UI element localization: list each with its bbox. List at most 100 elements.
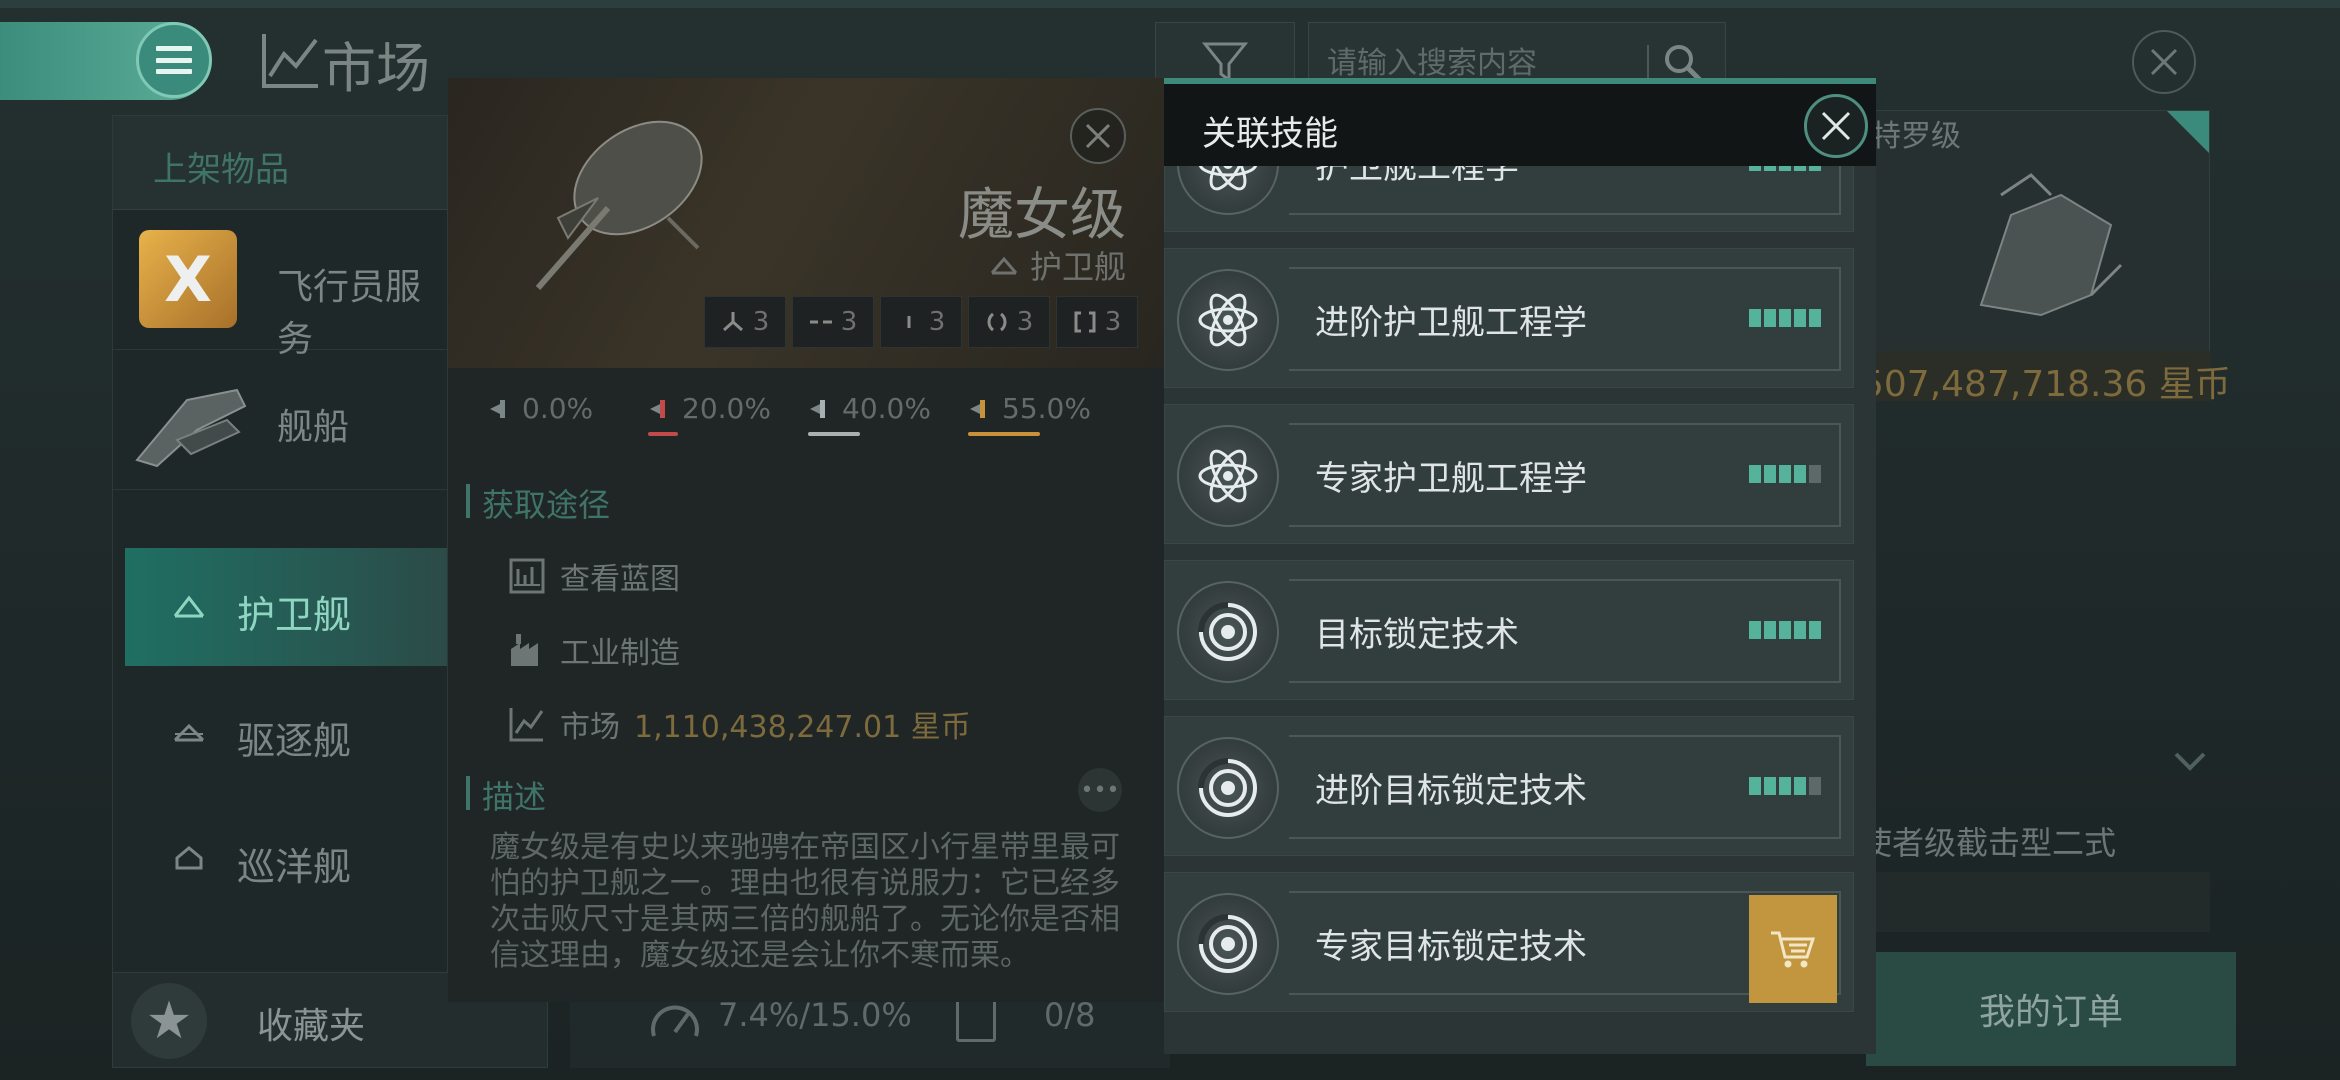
related-item-row[interactable] (1860, 872, 2210, 932)
resist-icon (490, 400, 505, 418)
ship-class-label: 护卫舰 (1029, 248, 1126, 286)
my-orders-button[interactable]: 我的订单 (1866, 952, 2236, 1066)
explosive-resist: 55.0% (968, 390, 1108, 440)
chevron-down-icon[interactable] (2172, 746, 2208, 776)
source-section-title: 获取途径 (465, 480, 610, 526)
atom-icon (1177, 166, 1279, 215)
close-market-button[interactable] (2132, 30, 2196, 94)
favorites-label: 收藏夹 (257, 1006, 366, 1047)
category-sidebar: 上架物品 X 飞行员服务 舰船 护卫舰 驱逐舰 巡洋舰 (112, 115, 448, 975)
related-ship-image (1979, 173, 2123, 317)
level-pip (1779, 309, 1791, 327)
more-options-button[interactable]: ••• (1078, 768, 1122, 812)
sidebar-subitem-frigate[interactable]: 护卫舰 (125, 548, 447, 666)
resist-bar (968, 432, 1040, 436)
kinetic-resist: 40.0% (808, 390, 948, 440)
view-blueprint-link[interactable]: 查看蓝图 (508, 546, 680, 606)
level-pip (1749, 777, 1761, 795)
ship-category-icon (135, 388, 247, 468)
skill-row[interactable]: 进阶护卫舰工程学 (1164, 248, 1854, 388)
level-pip (1749, 465, 1761, 483)
item-detail-panel: 魔女级 护卫舰 3 3 3 3 3 0.0% 20.0% 40.0% 55.0%… (448, 78, 1164, 1002)
close-icon (1821, 111, 1851, 141)
level-pip (1794, 309, 1806, 327)
sidebar-subitem-cruiser[interactable]: 巡洋舰 (125, 800, 447, 918)
skill-name: 专家目标锁定技术 (1315, 927, 1587, 967)
market-chart-icon (262, 34, 318, 88)
skill-level-indicator (1749, 621, 1821, 639)
close-detail-button[interactable] (1070, 108, 1126, 164)
modal-header: 关联技能 (1164, 78, 1876, 166)
close-icon (2150, 48, 2178, 76)
level-pip (1779, 465, 1791, 483)
level-pip (1764, 465, 1776, 483)
related-ship-card[interactable]: 特罗级 507,487,718.36 星币 (1830, 110, 2231, 405)
level-pip (1764, 309, 1776, 327)
skills-list[interactable]: 护卫舰工程学进阶护卫舰工程学专家护卫舰工程学目标锁定技术进阶目标锁定技术 专家目标… (1164, 166, 1876, 1054)
factory-icon (511, 634, 538, 666)
close-modal-button[interactable] (1804, 94, 1868, 158)
pilot-services-icon: X (139, 230, 237, 328)
level-pip (1764, 621, 1776, 639)
turret-icon (722, 312, 743, 332)
level-pip (1809, 465, 1821, 483)
sidebar-subitem-destroyer[interactable]: 驱逐舰 (125, 674, 447, 792)
ship-description: 魔女级是有史以来驰骋在帝国区小行星带里最可怕的护卫舰之一。理由也很有说服力：它已… (490, 830, 1120, 973)
related-skills-modal: 关联技能 护卫舰工程学进阶护卫舰工程学专家护卫舰工程学目标锁定技术进阶目标锁定技… (1164, 78, 1876, 1054)
modal-title: 关联技能 (1202, 114, 1338, 154)
skill-name: 进阶护卫舰工程学 (1315, 303, 1587, 343)
sidebar-item-pilot-services[interactable]: X 飞行员服务 (113, 210, 447, 360)
target-icon (1177, 737, 1279, 839)
sidebar-item-label: 舰船 (277, 407, 350, 448)
resist-bar (648, 432, 678, 436)
skill-level-indicator (1749, 309, 1821, 327)
rig-slot-icon (987, 312, 1007, 332)
ship-class: 护卫舰 (990, 242, 1126, 288)
market-chart-icon (509, 708, 544, 742)
sidebar-header-label: 上架物品 (153, 150, 289, 190)
mid-slot-icon (809, 320, 832, 324)
skill-row[interactable]: 专家目标锁定技术 (1164, 872, 1854, 1012)
menu-button[interactable] (136, 22, 212, 98)
level-pip (1809, 621, 1821, 639)
skill-row[interactable]: 护卫舰工程学 (1164, 166, 1854, 232)
skill-name: 护卫舰工程学 (1315, 166, 1519, 187)
cruiser-class-icon (175, 846, 203, 870)
level-pip (1749, 309, 1761, 327)
page-title: 市场 (322, 37, 430, 100)
level-pip (1809, 166, 1821, 171)
industry-link[interactable]: 工业制造 (508, 620, 680, 680)
ship-image (535, 120, 703, 290)
blueprint-icon (509, 558, 545, 594)
gauge-icon (651, 1005, 699, 1037)
selected-corner-badge (2167, 111, 2209, 153)
frigate-class-icon (173, 595, 205, 618)
hamburger-icon (156, 46, 192, 74)
sidebar-item-ships[interactable]: 舰船 (113, 350, 447, 490)
target-icon (1177, 893, 1279, 995)
mid-slot-count: 3 (792, 296, 874, 348)
market-price-link[interactable]: 市场 1,110,438,247.01 星币 (508, 694, 971, 754)
ship-name: 魔女级 (958, 183, 1126, 248)
level-pip (1779, 166, 1791, 171)
star-icon: ★ (131, 983, 207, 1059)
sidebar-item-label: 飞行员服务 (277, 267, 422, 360)
buy-skill-button[interactable] (1749, 895, 1837, 1003)
level-pip (1794, 166, 1806, 171)
skill-row[interactable]: 目标锁定技术 (1164, 560, 1854, 700)
level-pip (1779, 621, 1791, 639)
skill-name: 进阶目标锁定技术 (1315, 771, 1587, 811)
high-slot-count: 3 (704, 296, 786, 348)
fitting-slots: 3 3 3 3 3 (704, 296, 1138, 348)
level-pip (1779, 777, 1791, 795)
top-accent-line (0, 0, 2340, 8)
bracket-slot-icon (1074, 311, 1096, 333)
skill-name: 目标锁定技术 (1315, 615, 1519, 655)
skill-row[interactable]: 专家护卫舰工程学 (1164, 404, 1854, 544)
description-section-title: 描述 (465, 772, 546, 818)
cart-icon (1771, 931, 1816, 968)
sidebar-header[interactable]: 上架物品 (113, 116, 447, 210)
skill-row[interactable]: 进阶目标锁定技术 (1164, 716, 1854, 856)
skill-level-indicator (1749, 166, 1821, 171)
related-ship-price: 507,487,718.36 星币 (1861, 364, 2231, 405)
